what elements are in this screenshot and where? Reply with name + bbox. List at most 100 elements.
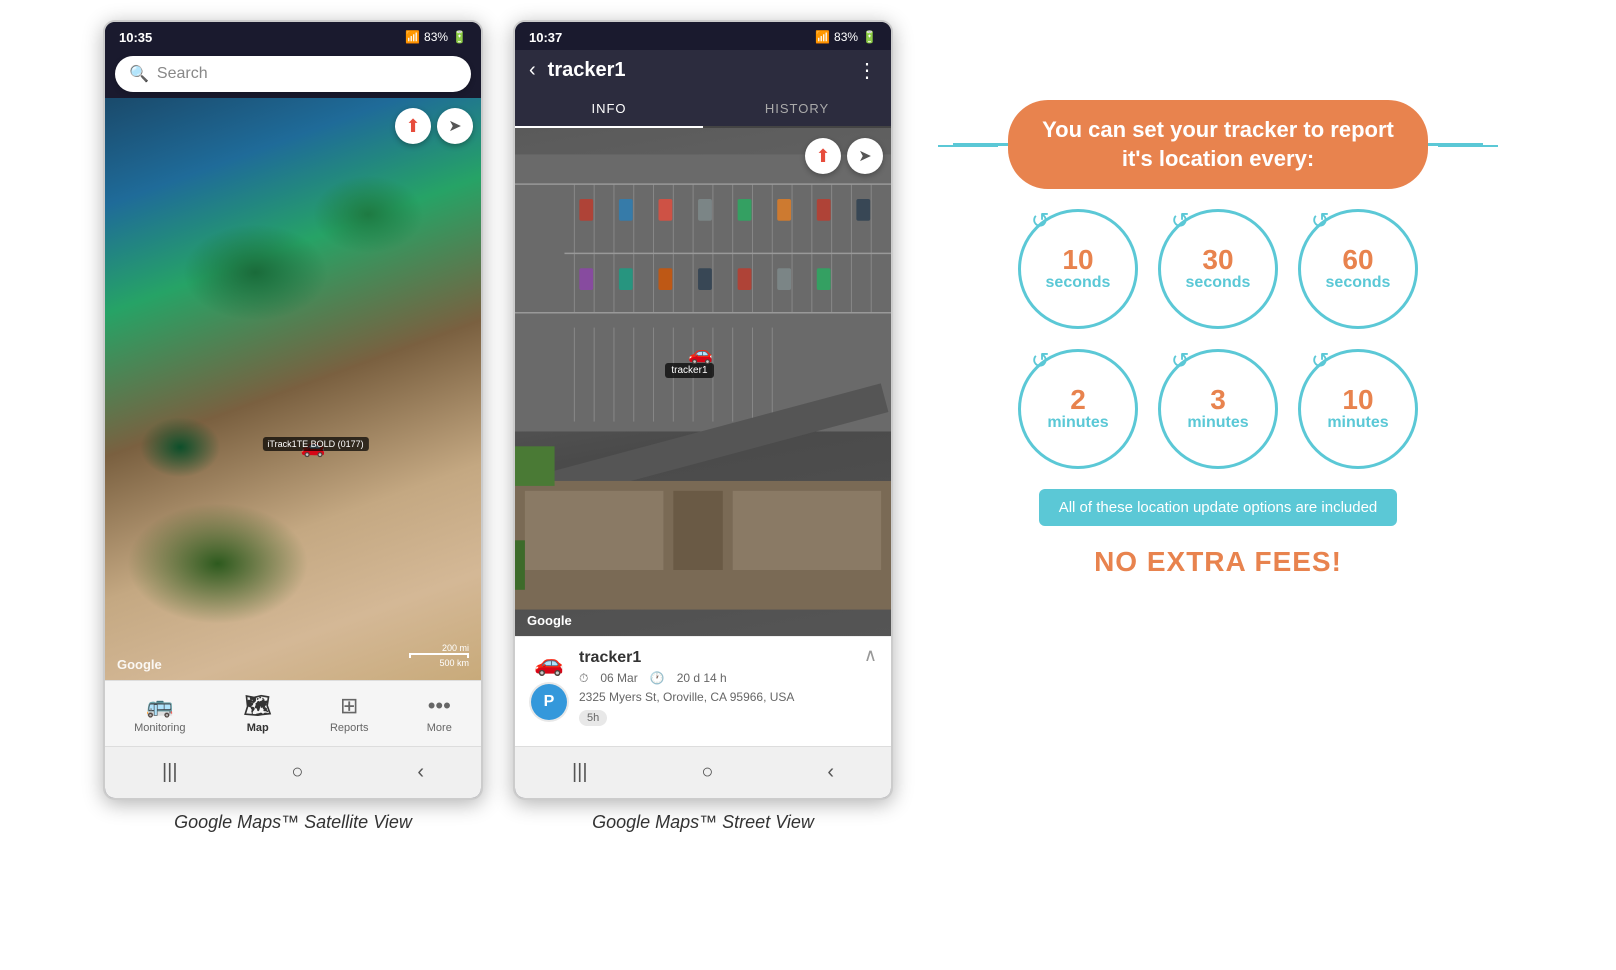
parking-background: ⬆ ➤ 🚗 tracker1 Google <box>515 128 891 636</box>
phone2-container: 10:37 📶 83% 🔋 ‹ tracker1 ⋮ INFO HISTORY <box>513 20 893 833</box>
battery-icon2: 🔋 <box>862 30 877 44</box>
car-icon: 🚗 <box>534 649 564 678</box>
more-icon: ••• <box>428 693 451 719</box>
tracker-title: tracker1 <box>548 59 845 82</box>
num-10min: 10 <box>1342 386 1373 414</box>
tracker-detail: tracker1 ⏱ 06 Mar 🕐 20 d 14 h 2325 Myers… <box>579 649 877 726</box>
unit-seconds-1: seconds <box>1046 274 1111 292</box>
tab-info[interactable]: INFO <box>515 91 703 128</box>
headline-text: You can set your tracker to report it's … <box>1042 117 1394 171</box>
note-text: All of these location update options are… <box>1059 499 1378 516</box>
battery-text: 83% <box>424 30 448 44</box>
arrow-icon-2: ↺ <box>1171 208 1189 234</box>
circle-60sec: ↺ 60 seconds <box>1298 209 1418 329</box>
tracker-tabs: INFO HISTORY <box>515 91 891 128</box>
scale-500km: 500 km <box>439 658 469 668</box>
info-date: 06 Mar <box>600 671 637 686</box>
tracker-label: iTrack1TE BOLD (0177) <box>262 437 368 451</box>
num-10: 10 <box>1062 246 1093 274</box>
search-bar[interactable]: 🔍 Search <box>115 56 471 92</box>
circle-30sec: ↺ 30 seconds <box>1158 209 1278 329</box>
map-icon: 🗺 <box>244 693 272 719</box>
no-fees-text: NO EXTRA FEES! <box>1094 546 1342 578</box>
num-3: 3 <box>1210 386 1226 414</box>
navigation-button[interactable]: ➤ <box>437 108 473 144</box>
clock-icon: 🕐 <box>650 671 665 686</box>
phone2-status-icons: 📶 83% 🔋 <box>815 30 877 44</box>
phone2: 10:37 📶 83% 🔋 ‹ tracker1 ⋮ INFO HISTORY <box>513 20 893 800</box>
unit-seconds-3: seconds <box>1326 274 1391 292</box>
circle-10min: ↺ 10 minutes <box>1298 349 1418 469</box>
android-menu-btn2[interactable]: ||| <box>552 757 608 788</box>
android-back-btn[interactable]: ‹ <box>397 757 444 788</box>
nav-reports[interactable]: ⊞ Reports <box>320 689 379 738</box>
signal-icon2: 📶 <box>815 30 830 44</box>
parking-lines-svg <box>515 128 891 636</box>
navigation-button2[interactable]: ➤ <box>847 138 883 174</box>
android-home-btn[interactable]: ○ <box>271 757 323 788</box>
phone2-time: 10:37 <box>529 30 562 45</box>
note-box: All of these location update options are… <box>1039 489 1398 526</box>
land-area <box>105 98 481 680</box>
compass-button[interactable]: ⬆ <box>395 108 431 144</box>
monitoring-icon: 🚌 <box>146 693 173 719</box>
up-arrow[interactable]: ∧ <box>864 645 877 666</box>
phone1: 10:35 📶 83% 🔋 🔍 Search ⬆ ➤ 🚗 iTrack1TE B… <box>103 20 483 800</box>
unit-seconds-2: seconds <box>1186 274 1251 292</box>
parking-satellite-map: ⬆ ➤ 🚗 tracker1 Google <box>515 128 891 636</box>
nav-more-label: More <box>427 722 452 734</box>
unit-minutes-2: minutes <box>1187 414 1248 432</box>
headline-box: You can set your tracker to report it's … <box>1008 100 1428 189</box>
time-tag: 5h <box>579 710 607 726</box>
tab-history[interactable]: HISTORY <box>703 91 891 126</box>
circle-2min: ↺ 2 minutes <box>1018 349 1138 469</box>
arrow-icon-6: ↺ <box>1311 348 1329 374</box>
battery-text2: 83% <box>834 30 858 44</box>
nav-reports-label: Reports <box>330 722 369 734</box>
phone1-time: 10:35 <box>119 30 152 45</box>
headline-area: You can set your tracker to report it's … <box>953 100 1483 189</box>
android-back-btn2[interactable]: ‹ <box>807 757 854 788</box>
nav-monitoring-label: Monitoring <box>134 722 185 734</box>
tracker-meta: ⏱ 06 Mar 🕐 20 d 14 h <box>579 671 877 686</box>
circles-row2: ↺ 2 minutes ↺ 3 minutes ↺ 10 minutes <box>1018 349 1418 469</box>
tracker-car-pin: 🚗 <box>688 341 713 366</box>
tracker-avatar: P <box>529 682 569 722</box>
unit-minutes-1: minutes <box>1047 414 1108 432</box>
phone2-status-bar: 10:37 📶 83% 🔋 <box>515 22 891 50</box>
satellite-map: ⬆ ➤ 🚗 iTrack1TE BOLD (0177) Google 200 m… <box>105 98 481 680</box>
scale-200mi: 200 mi <box>442 643 469 653</box>
tracker-address: 2325 Myers St, Oroville, CA 95966, USA <box>579 690 877 704</box>
arrow-icon-1: ↺ <box>1031 208 1049 234</box>
info-duration: 20 d 14 h <box>677 671 727 686</box>
nav-map-label: Map <box>247 722 269 734</box>
num-30: 30 <box>1202 246 1233 274</box>
date-icon: ⏱ <box>579 671 588 686</box>
circle-10sec: ↺ 10 seconds <box>1018 209 1138 329</box>
battery-icon: 🔋 <box>452 30 467 44</box>
nav-map[interactable]: 🗺 Map <box>234 689 282 738</box>
tracker-header: ‹ tracker1 ⋮ <box>515 50 891 91</box>
bottom-navigation: 🚌 Monitoring 🗺 Map ⊞ Reports ••• More <box>105 680 481 746</box>
search-input[interactable]: Search <box>157 65 208 83</box>
num-60: 60 <box>1342 246 1373 274</box>
num-2: 2 <box>1070 386 1086 414</box>
circles-row1: ↺ 10 seconds ↺ 30 seconds ↺ 60 seconds <box>1018 209 1418 329</box>
more-button[interactable]: ⋮ <box>857 58 877 83</box>
android-home-btn2[interactable]: ○ <box>681 757 733 788</box>
phone2-caption: Google Maps™ Street View <box>592 812 814 833</box>
back-button[interactable]: ‹ <box>529 59 536 82</box>
arrow-icon-3: ↺ <box>1311 208 1329 234</box>
nav-more[interactable]: ••• More <box>417 689 462 738</box>
android-nav-bar2: ||| ○ ‹ <box>515 746 891 798</box>
android-menu-btn[interactable]: ||| <box>142 757 198 788</box>
circle-3min: ↺ 3 minutes <box>1158 349 1278 469</box>
nav-monitoring[interactable]: 🚌 Monitoring <box>124 689 195 738</box>
unit-minutes-3: minutes <box>1327 414 1388 432</box>
signal-icon: 📶 <box>405 30 420 44</box>
compass-button2[interactable]: ⬆ <box>805 138 841 174</box>
phone1-container: 10:35 📶 83% 🔋 🔍 Search ⬆ ➤ 🚗 iTrack1TE B… <box>103 20 483 833</box>
phone1-caption: Google Maps™ Satellite View <box>174 812 412 833</box>
phone1-status-icons: 📶 83% 🔋 <box>405 30 467 44</box>
tracker-name: tracker1 <box>579 649 877 667</box>
